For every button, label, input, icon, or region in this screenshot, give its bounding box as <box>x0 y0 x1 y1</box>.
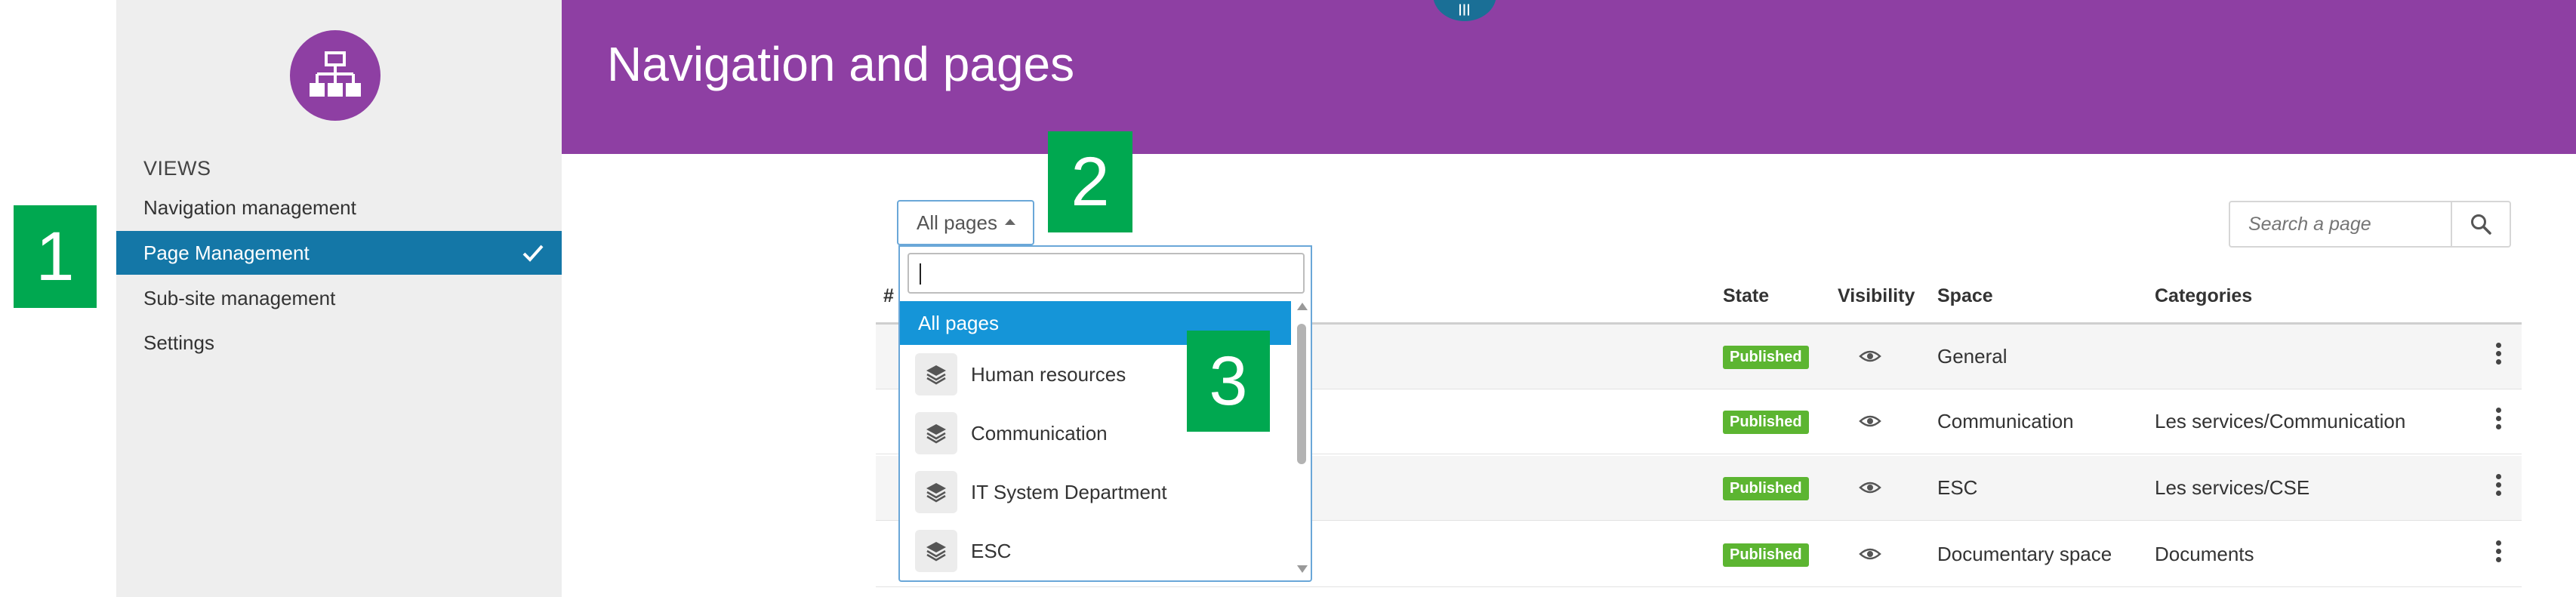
option-label: All pages <box>918 311 999 334</box>
dropdown-scrollbar[interactable] <box>1296 301 1308 574</box>
row-categories: Les services/Communication <box>2155 410 2406 432</box>
status-badge: Published <box>1723 477 1809 500</box>
sitemap-icon <box>310 51 361 97</box>
callout-3: 3 <box>1187 331 1270 432</box>
status-badge: Published <box>1723 411 1809 434</box>
row-space: ESC <box>1937 476 1978 499</box>
search-icon <box>2471 214 2491 235</box>
caret-up-icon <box>1004 219 1015 225</box>
layers-icon <box>915 530 957 572</box>
option-it-system-department[interactable]: IT System Department <box>900 463 1291 522</box>
page-header: Navigation and pages <box>562 0 2576 154</box>
column-header-number: # <box>883 285 894 306</box>
column-header-space[interactable]: Space <box>1937 285 1993 307</box>
row-space: Communication <box>1937 410 2074 432</box>
column-header-categories[interactable]: Categories <box>2155 285 2252 307</box>
sidebar-item-settings[interactable]: Settings <box>116 321 562 365</box>
app-logo <box>290 30 381 121</box>
scroll-up-arrow-icon[interactable] <box>1297 303 1308 310</box>
scroll-down-arrow-icon[interactable] <box>1297 565 1308 573</box>
sidebar-item-label: Settings <box>143 331 214 354</box>
option-label: Human resources <box>971 362 1126 386</box>
row-categories: Documents <box>2155 543 2254 565</box>
more-vert-icon[interactable] <box>2496 540 2502 565</box>
status-badge: Published <box>1723 543 1809 567</box>
sidebar-item-label: Navigation management <box>143 196 356 219</box>
callout-2: 2 <box>1048 131 1132 232</box>
sidebar-item-navigation-management[interactable]: Navigation management <box>116 186 562 229</box>
sidebar-item-sub-site-management[interactable]: Sub-site management <box>116 276 562 320</box>
sidebar-item-page-management[interactable]: Page Management <box>116 231 562 275</box>
callout-1: 1 <box>14 205 97 308</box>
more-vert-icon[interactable] <box>2496 343 2502 368</box>
check-icon <box>522 245 544 262</box>
more-vert-icon[interactable] <box>2496 474 2502 499</box>
eye-icon <box>1859 350 1881 362</box>
layers-icon <box>915 471 957 513</box>
scrollbar-thumb[interactable] <box>1297 324 1306 464</box>
search-input[interactable] <box>2230 202 2451 246</box>
dropdown-search-input[interactable] <box>907 253 1305 294</box>
page-title: Navigation and pages <box>607 37 1075 91</box>
sidebar-item-label: Page Management <box>143 242 310 264</box>
eye-icon <box>1859 415 1881 427</box>
option-label: Communication <box>971 421 1108 445</box>
sidebar-item-label: Sub-site management <box>143 287 336 309</box>
sidebar: VIEWS Navigation management Page Managem… <box>116 0 562 597</box>
filter-selected-label: All pages <box>917 211 997 234</box>
column-header-visibility[interactable]: Visibility <box>1838 285 1915 307</box>
page-filter-select[interactable]: All pages <box>897 200 1034 245</box>
row-categories: Les services/CSE <box>2155 476 2310 499</box>
row-space: General <box>1937 345 2007 368</box>
option-label: IT System Department <box>971 480 1167 503</box>
search-box <box>2229 201 2452 248</box>
row-space: Documentary space <box>1937 543 2112 565</box>
layers-icon <box>915 353 957 395</box>
option-label: ESC <box>971 539 1012 562</box>
status-badge: Published <box>1723 346 1809 369</box>
option-esc[interactable]: ESC <box>900 522 1291 580</box>
eye-icon <box>1859 482 1881 494</box>
views-section-title: VIEWS <box>143 157 211 180</box>
column-header-state[interactable]: State <box>1723 285 1769 307</box>
more-vert-icon[interactable] <box>2496 408 2502 432</box>
eye-icon <box>1859 548 1881 560</box>
search-button[interactable] <box>2452 201 2511 248</box>
text-cursor <box>920 263 921 285</box>
layers-icon <box>915 412 957 454</box>
